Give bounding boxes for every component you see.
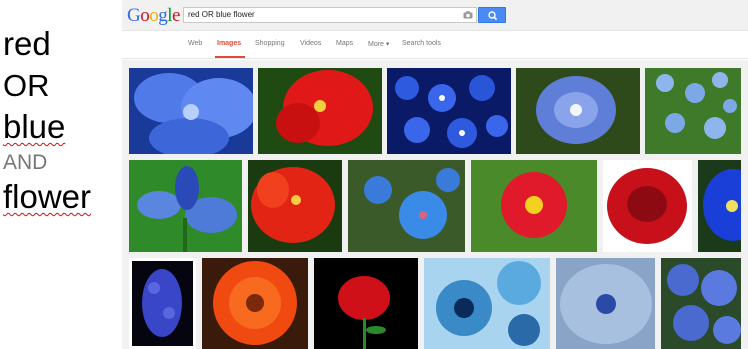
camera-icon[interactable] [463,11,473,19]
word-and: AND [3,151,48,174]
tab-more[interactable]: More ▾ [368,40,389,48]
word-flower: flower [3,178,92,215]
result-image-blue-flower-partial[interactable] [698,160,741,252]
result-image-red-rose-black[interactable] [314,258,418,349]
tab-shopping[interactable]: Shopping [255,40,285,47]
word-red: red [3,25,51,62]
active-tab-indicator [215,56,245,58]
result-image-blue-hyacinth[interactable] [129,258,196,349]
result-image-blue-flower-art[interactable] [424,258,550,349]
result-image-blue-small-flowers[interactable] [387,68,511,154]
result-image-red-rose-bloom[interactable] [603,160,692,252]
tab-videos[interactable]: Videos [300,40,321,47]
search-header: Google red OR blue flower [122,0,748,31]
result-image-blue-lily[interactable] [129,68,253,154]
search-tabs: Web Images Shopping Videos Maps More ▾ S… [122,31,748,59]
word-or: OR [3,68,50,103]
logo-letter: g [158,5,168,26]
result-image-blue-star-flowers[interactable] [348,160,465,252]
logo-letter: o [149,5,159,26]
result-image-red-hibiscus-2[interactable] [248,160,342,252]
result-image-red-hibiscus[interactable] [258,68,382,154]
result-image-blue-flower-closeup[interactable] [556,258,655,349]
result-image-blue-iris[interactable] [129,160,242,252]
logo-letter: o [140,5,150,26]
tab-maps[interactable]: Maps [336,40,353,47]
google-image-search-screenshot: Google red OR blue flower Web Images Sho… [122,0,748,349]
result-image-blue-morning-glory[interactable] [516,68,640,154]
result-image-red-cosmos[interactable] [471,160,597,252]
image-results-grid [122,60,748,349]
search-input[interactable]: red OR blue flower [183,7,477,23]
slide-word-panel: red OR blue AND flower [0,0,122,349]
logo-letter: G [127,5,141,26]
google-logo[interactable]: Google [127,5,180,27]
tab-images[interactable]: Images [217,40,241,47]
result-image-orange-gerbera[interactable] [202,258,308,349]
search-query: red OR blue flower [188,10,255,19]
search-button[interactable] [478,7,506,23]
word-blue: blue [3,108,66,145]
result-image-blue-forget-me-not[interactable] [645,68,741,154]
search-icon [488,11,498,21]
tab-web[interactable]: Web [188,40,202,47]
result-image-blue-hydrangea[interactable] [661,258,741,349]
tab-search-tools[interactable]: Search tools [402,40,441,47]
logo-letter: e [172,5,180,26]
